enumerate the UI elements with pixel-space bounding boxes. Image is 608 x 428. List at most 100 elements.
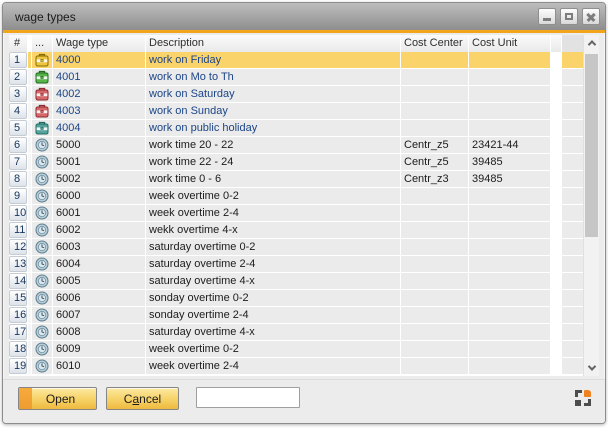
description-cell[interactable]: saturday overtime 4-x xyxy=(146,273,400,289)
cost-unit-cell[interactable] xyxy=(469,120,550,136)
cost-unit-cell[interactable] xyxy=(469,307,550,323)
table-row[interactable]: 16 6007 sonday overtime 2-4 xyxy=(9,307,585,323)
cost-center-cell[interactable] xyxy=(401,188,468,204)
wage-type-cell[interactable]: 4000 xyxy=(53,52,145,68)
cost-center-cell[interactable] xyxy=(401,103,468,119)
wage-type-cell[interactable]: 4002 xyxy=(53,86,145,102)
cost-unit-cell[interactable] xyxy=(469,290,550,306)
row-number-cell[interactable]: 18 xyxy=(9,341,27,357)
header-icon[interactable]: ... xyxy=(32,35,52,52)
scroll-up-button[interactable] xyxy=(584,35,600,51)
description-cell[interactable]: work on Friday xyxy=(146,52,400,68)
wage-type-cell[interactable]: 6005 xyxy=(53,273,145,289)
row-number-cell[interactable]: 2 xyxy=(9,69,27,85)
wage-type-cell[interactable]: 6003 xyxy=(53,239,145,255)
row-number-cell[interactable]: 13 xyxy=(9,256,27,272)
cost-center-cell[interactable] xyxy=(401,205,468,221)
header-cost-center[interactable]: Cost Center xyxy=(401,35,468,52)
vertical-scrollbar[interactable] xyxy=(583,35,599,376)
description-cell[interactable]: sonday overtime 2-4 xyxy=(146,307,400,323)
description-cell[interactable]: work on public holiday xyxy=(146,120,400,136)
cost-unit-cell[interactable] xyxy=(469,205,550,221)
cost-unit-cell[interactable] xyxy=(469,239,550,255)
cost-unit-cell[interactable] xyxy=(469,341,550,357)
row-number-cell[interactable]: 15 xyxy=(9,290,27,306)
cost-center-cell[interactable]: Centr_z3 xyxy=(401,171,468,187)
close-button[interactable] xyxy=(582,8,600,25)
wage-type-cell[interactable]: 6010 xyxy=(53,358,145,374)
cost-center-cell[interactable] xyxy=(401,69,468,85)
wage-type-cell[interactable]: 5002 xyxy=(53,171,145,187)
cost-unit-cell[interactable]: 23421-44 xyxy=(469,137,550,153)
description-cell[interactable]: sonday overtime 0-2 xyxy=(146,290,400,306)
wage-type-cell[interactable]: 5000 xyxy=(53,137,145,153)
maximize-button[interactable] xyxy=(560,8,578,25)
row-number-cell[interactable]: 4 xyxy=(9,103,27,119)
filter-input[interactable] xyxy=(196,387,300,408)
row-number-cell[interactable]: 7 xyxy=(9,154,27,170)
table-row[interactable]: 18 6009 week overtime 0-2 xyxy=(9,341,585,357)
description-cell[interactable]: saturday overtime 4-x xyxy=(146,324,400,340)
description-cell[interactable]: work time 20 - 22 xyxy=(146,137,400,153)
table-row[interactable]: 4 4003 work on Sunday xyxy=(9,103,585,119)
table-row[interactable]: 2 4001 work on Mo to Th xyxy=(9,69,585,85)
wage-type-cell[interactable]: 4004 xyxy=(53,120,145,136)
table-row[interactable]: 15 6006 sonday overtime 0-2 xyxy=(9,290,585,306)
table-row[interactable]: 3 4002 work on Saturday xyxy=(9,86,585,102)
cost-unit-cell[interactable] xyxy=(469,358,550,374)
description-cell[interactable]: work on Sunday xyxy=(146,103,400,119)
row-number-cell[interactable]: 16 xyxy=(9,307,27,323)
cost-center-cell[interactable] xyxy=(401,290,468,306)
description-cell[interactable]: work time 0 - 6 xyxy=(146,171,400,187)
description-cell[interactable]: saturday overtime 0-2 xyxy=(146,239,400,255)
row-number-cell[interactable]: 6 xyxy=(9,137,27,153)
open-button[interactable]: Open xyxy=(18,387,97,410)
table-row[interactable]: 9 6000 week overtime 0-2 xyxy=(9,188,585,204)
scroll-down-button[interactable] xyxy=(584,360,600,376)
wage-type-cell[interactable]: 6006 xyxy=(53,290,145,306)
titlebar[interactable]: wage types xyxy=(3,3,605,30)
cost-center-cell[interactable] xyxy=(401,120,468,136)
cost-unit-cell[interactable]: 39485 xyxy=(469,171,550,187)
cost-unit-cell[interactable] xyxy=(469,86,550,102)
minimize-button[interactable] xyxy=(538,8,556,25)
wage-type-cell[interactable]: 6008 xyxy=(53,324,145,340)
header-wage-type[interactable]: Wage type xyxy=(53,35,145,52)
scrollbar-thumb[interactable] xyxy=(585,54,598,237)
cost-unit-cell[interactable] xyxy=(469,256,550,272)
cost-unit-cell[interactable] xyxy=(469,273,550,289)
cost-unit-cell[interactable] xyxy=(469,222,550,238)
description-cell[interactable]: work on Saturday xyxy=(146,86,400,102)
description-cell[interactable]: wekk overtime 4-x xyxy=(146,222,400,238)
table-row[interactable]: 12 6003 saturday overtime 0-2 xyxy=(9,239,585,255)
description-cell[interactable]: work time 22 - 24 xyxy=(146,154,400,170)
wage-type-cell[interactable]: 4001 xyxy=(53,69,145,85)
cost-center-cell[interactable] xyxy=(401,222,468,238)
row-number-cell[interactable]: 3 xyxy=(9,86,27,102)
cost-center-cell[interactable] xyxy=(401,86,468,102)
table-row[interactable]: 5 4004 work on public holiday xyxy=(9,120,585,136)
row-number-cell[interactable]: 10 xyxy=(9,205,27,221)
cost-center-cell[interactable] xyxy=(401,307,468,323)
table-row[interactable]: 6 5000 work time 20 - 22 Centr_z5 23421-… xyxy=(9,137,585,153)
cost-center-cell[interactable] xyxy=(401,239,468,255)
row-number-cell[interactable]: 5 xyxy=(9,120,27,136)
header-cost-unit[interactable]: Cost Unit xyxy=(469,35,550,52)
wage-type-cell[interactable]: 4003 xyxy=(53,103,145,119)
description-cell[interactable]: work on Mo to Th xyxy=(146,69,400,85)
row-number-cell[interactable]: 1 xyxy=(9,52,27,68)
header-description[interactable]: Description xyxy=(146,35,400,52)
cost-center-cell[interactable]: Centr_z5 xyxy=(401,154,468,170)
table-row[interactable]: 7 5001 work time 22 - 24 Centr_z5 39485 xyxy=(9,154,585,170)
wage-type-cell[interactable]: 6001 xyxy=(53,205,145,221)
cost-unit-cell[interactable] xyxy=(469,188,550,204)
table-row[interactable]: 14 6005 saturday overtime 4-x xyxy=(9,273,585,289)
row-number-cell[interactable]: 19 xyxy=(9,358,27,374)
table-row[interactable]: 19 6010 week overtime 2-4 xyxy=(9,358,585,374)
wage-type-cell[interactable]: 6004 xyxy=(53,256,145,272)
row-number-cell[interactable]: 14 xyxy=(9,273,27,289)
table-row[interactable]: 1 4000 work on Friday xyxy=(9,52,585,68)
table-row[interactable]: 17 6008 saturday overtime 4-x xyxy=(9,324,585,340)
table-row[interactable]: 11 6002 wekk overtime 4-x xyxy=(9,222,585,238)
description-cell[interactable]: week overtime 0-2 xyxy=(146,341,400,357)
